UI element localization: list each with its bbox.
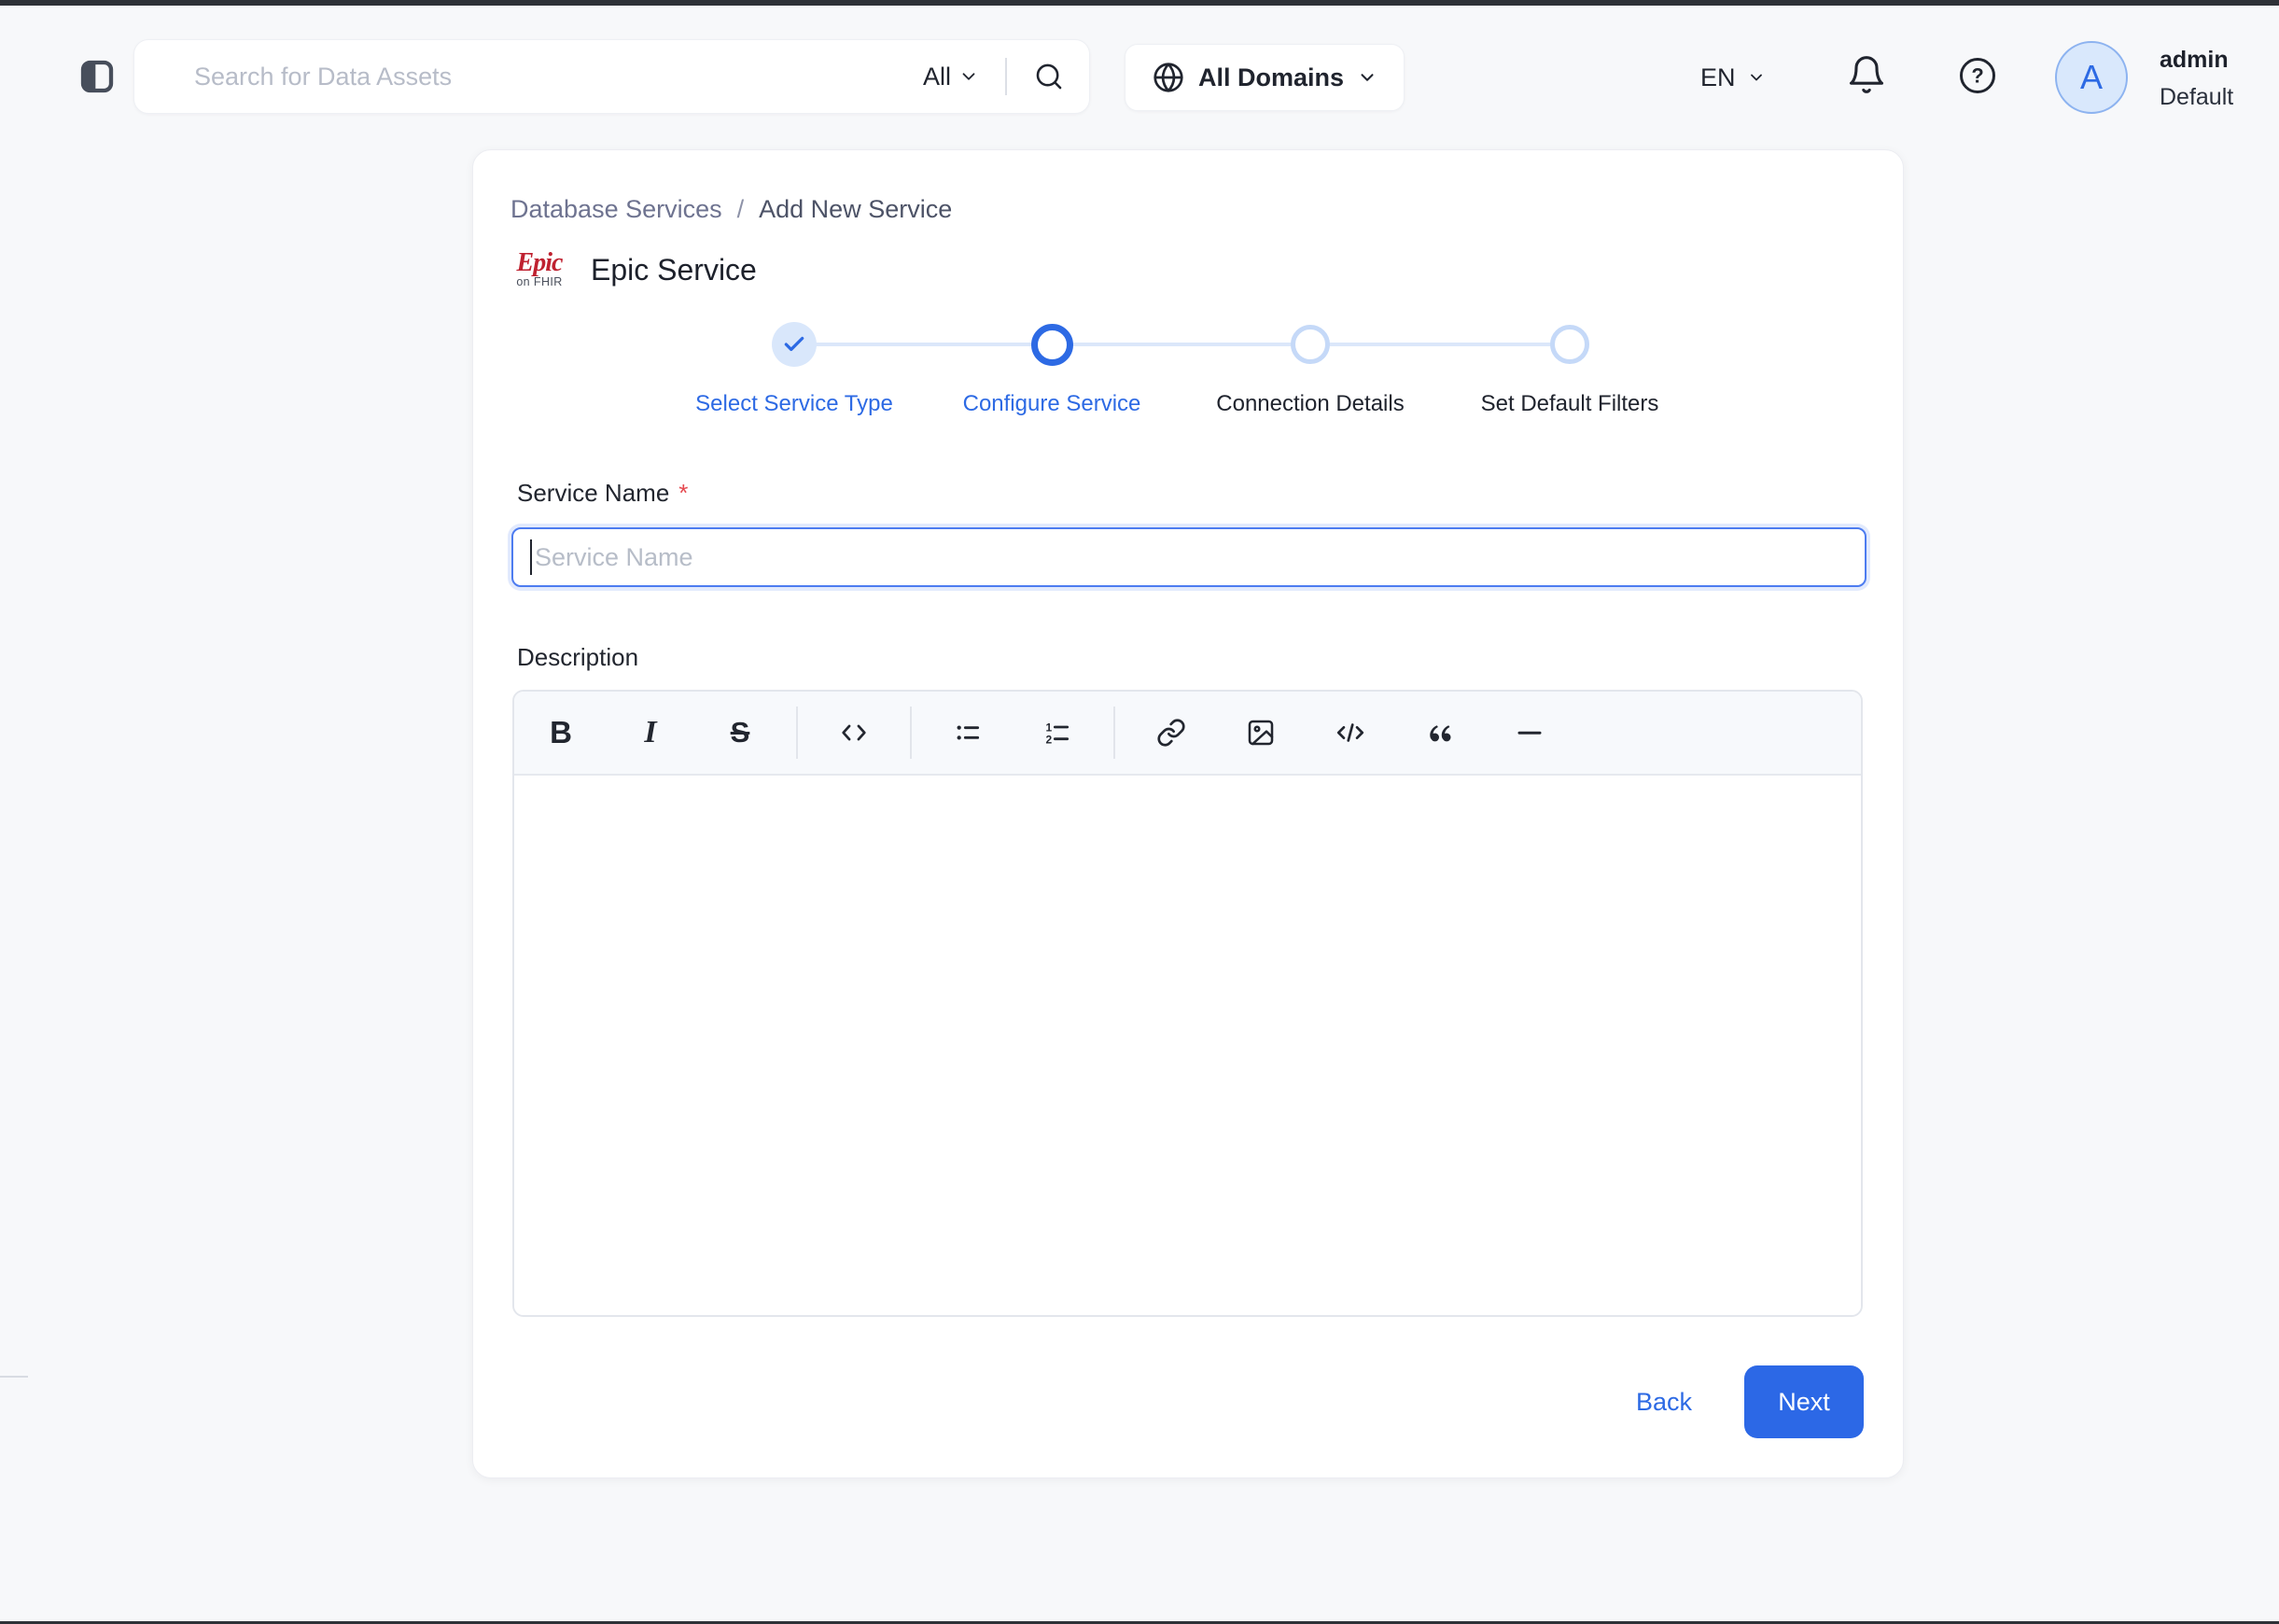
step-label: Connection Details <box>1216 391 1405 416</box>
service-name-label: Service Name * <box>517 479 689 507</box>
angle-brackets-icon <box>838 717 870 749</box>
step-set-default-filters: Set Default Filters <box>1430 311 1710 417</box>
inline-code-button[interactable] <box>820 705 888 761</box>
link-button[interactable] <box>1138 705 1205 761</box>
service-header: Epic on FHIR Epic Service <box>510 248 757 289</box>
bell-icon <box>1846 54 1887 95</box>
description-textarea[interactable] <box>514 776 1861 1315</box>
toolbar-divider <box>910 707 912 759</box>
svg-text:?: ? <box>1971 64 1983 88</box>
page-title: Epic Service <box>591 252 757 287</box>
language-dropdown[interactable]: EN <box>1700 56 1766 99</box>
editor-toolbar: B I S 1 2 <box>514 692 1861 776</box>
step-label: Configure Service <box>962 391 1141 416</box>
check-icon <box>782 332 806 357</box>
user-avatar[interactable]: A <box>2055 41 2128 114</box>
description-label: Description <box>517 643 639 671</box>
breadcrumb-database-services[interactable]: Database Services <box>510 195 722 224</box>
svg-text:2: 2 <box>1045 733 1052 746</box>
search-scope-dropdown[interactable]: All <box>923 63 979 91</box>
add-service-card: Database Services / Add New Service Epic… <box>472 149 1904 1478</box>
text-caret <box>530 539 532 575</box>
chevron-down-icon <box>1357 67 1377 88</box>
user-name: admin <box>2160 47 2229 73</box>
panel-left-icon <box>78 58 116 95</box>
required-marker: * <box>678 479 689 507</box>
toolbar-divider <box>796 707 798 759</box>
wizard-footer: Back Next <box>1636 1365 1864 1438</box>
step-pending-circle <box>1550 325 1589 364</box>
bulleted-list-icon <box>953 718 983 748</box>
window-top-strip <box>0 0 2279 6</box>
wizard-stepper: Select Service Type Configure Service Co… <box>473 311 1905 432</box>
globe-icon <box>1152 61 1185 94</box>
user-team: Default <box>2160 84 2234 110</box>
strikethrough-icon: S <box>730 716 750 749</box>
chevron-down-icon <box>958 66 979 87</box>
sidebar-toggle-button[interactable] <box>78 58 116 95</box>
question-circle-icon: ? <box>1958 56 1997 95</box>
code-block-button[interactable] <box>1317 705 1384 761</box>
search-divider <box>1005 58 1007 95</box>
code-icon <box>1335 717 1366 749</box>
step-connection-details: Connection Details <box>1170 311 1450 417</box>
bold-icon: B <box>550 715 572 749</box>
bulleted-list-button[interactable] <box>934 705 1001 761</box>
notifications-button[interactable] <box>1846 54 1887 95</box>
language-label: EN <box>1700 63 1736 91</box>
search-input[interactable]: Search for Data Assets <box>194 63 923 91</box>
link-icon <box>1156 718 1186 748</box>
image-button[interactable] <box>1227 705 1294 761</box>
sidebar-edge-divider <box>0 1376 28 1378</box>
breadcrumb: Database Services / Add New Service <box>510 195 952 224</box>
global-search-bar[interactable]: Search for Data Assets All <box>133 39 1090 114</box>
italic-button[interactable]: I <box>617 705 684 761</box>
numbered-list-icon: 1 2 <box>1042 718 1072 748</box>
image-icon <box>1246 718 1276 748</box>
breadcrumb-separator: / <box>736 195 745 223</box>
search-icon[interactable] <box>1033 61 1065 92</box>
service-name-placeholder: Service Name <box>535 542 693 571</box>
user-menu[interactable]: admin Default <box>2160 41 2233 116</box>
step-label: Set Default Filters <box>1480 391 1659 416</box>
step-pending-circle <box>1291 325 1330 364</box>
bold-button[interactable]: B <box>527 705 594 761</box>
step-configure-service: Configure Service <box>912 311 1192 417</box>
step-select-service-type: Select Service Type <box>654 311 934 417</box>
quote-icon <box>1426 719 1454 747</box>
all-domains-label: All Domains <box>1197 63 1345 91</box>
strikethrough-button[interactable]: S <box>706 705 774 761</box>
step-done-circle <box>772 322 817 367</box>
step-label: Select Service Type <box>695 391 893 416</box>
step-active-circle <box>1030 323 1073 366</box>
horizontal-rule-button[interactable] <box>1496 705 1563 761</box>
chevron-down-icon <box>1747 68 1766 87</box>
all-domains-button[interactable]: All Domains <box>1125 44 1405 111</box>
epic-logo-subtitle: on FHIR <box>516 275 563 288</box>
service-name-input[interactable]: Service Name <box>511 527 1867 587</box>
avatar-initial: A <box>2079 58 2103 96</box>
next-button[interactable]: Next <box>1744 1365 1864 1438</box>
blockquote-button[interactable] <box>1406 705 1474 761</box>
description-editor: B I S 1 2 <box>512 690 1863 1317</box>
horizontal-rule-icon <box>1516 719 1544 747</box>
breadcrumb-add-new-service: Add New Service <box>759 195 953 223</box>
numbered-list-button[interactable]: 1 2 <box>1024 705 1091 761</box>
epic-on-fhir-logo: Epic on FHIR <box>510 248 568 289</box>
epic-logo-word: Epic <box>516 248 564 277</box>
search-scope-label: All <box>922 62 951 91</box>
back-button[interactable]: Back <box>1636 1388 1692 1417</box>
italic-icon: I <box>644 715 657 749</box>
toolbar-divider <box>1113 707 1115 759</box>
help-button[interactable]: ? <box>1958 56 1997 95</box>
